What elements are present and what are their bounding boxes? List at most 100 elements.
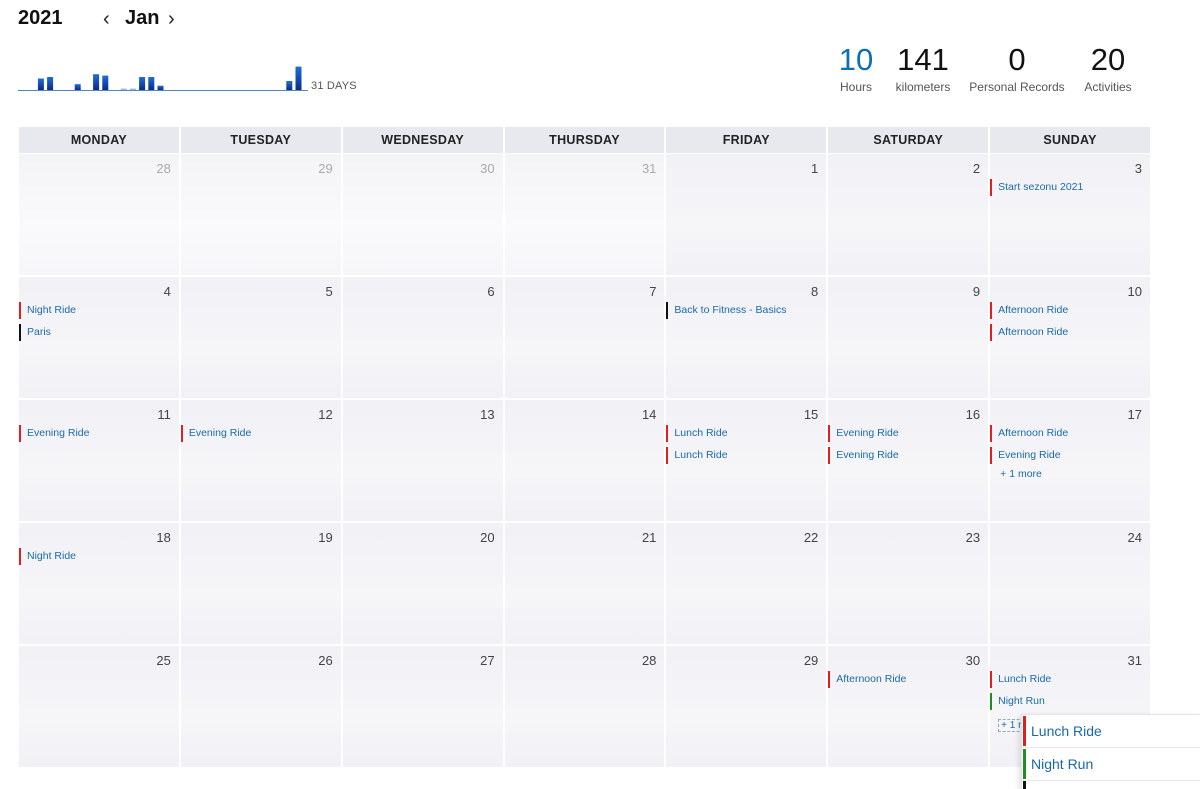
calendar-day-cell[interactable]: 13 [342, 400, 503, 521]
activity-label: Afternoon Ride [836, 673, 907, 685]
day-number: 21 [641, 530, 657, 545]
year-title: 2021 [18, 7, 63, 29]
calendar-day-cell[interactable]: 22 [666, 523, 827, 644]
calendar-day-cell[interactable]: 17 Afternoon Ride Evening Ride + 1 more [990, 400, 1150, 521]
calendar-day-cell[interactable]: 18 Night Ride [19, 523, 179, 644]
activity-link[interactable]: Afternoon Ride [990, 324, 1150, 341]
day-number: 31 [1127, 653, 1142, 668]
calendar-day-cell[interactable]: 20 [342, 523, 503, 644]
calendar-day-cell[interactable]: 28 [19, 154, 179, 275]
calendar-day-cell[interactable]: 12 Evening Ride [180, 400, 341, 521]
calendar-day-cell[interactable]: 9 [828, 277, 989, 398]
activity-type-marker [666, 447, 669, 464]
activity-link[interactable]: Afternoon Ride [828, 671, 988, 688]
activity-type-marker [19, 425, 21, 442]
activity-link[interactable]: Evening Ride [180, 425, 341, 442]
activity-link[interactable]: Evening Ride [990, 447, 1150, 464]
calendar-day-cell[interactable]: 21 [504, 523, 665, 644]
day-number: 2 [972, 161, 981, 176]
calendar-day-cell[interactable]: 7 [504, 277, 665, 398]
more-activities-link[interactable]: + 1 more [990, 468, 1150, 480]
activity-link[interactable]: Start sezonu 2021 [990, 179, 1150, 196]
activity-link[interactable]: Lunch Ride [666, 447, 826, 464]
day-number: 30 [480, 161, 495, 176]
activity-link[interactable]: Evening Ride [828, 447, 988, 464]
sparkline-day-bar [47, 77, 54, 90]
calendar-day-cell[interactable]: 27 [342, 646, 503, 767]
calendar-day-cell[interactable]: 30 Afternoon Ride [828, 646, 989, 767]
weekday-wednesday: WEDNESDAY [342, 127, 503, 153]
day-number: 3 [1134, 161, 1142, 176]
activity-type-marker [1023, 716, 1026, 746]
calendar-day-cell[interactable]: 29 [180, 154, 341, 275]
popup-activity-item[interactable]: Lunch Ride [1022, 715, 1200, 748]
calendar-day-cell[interactable]: 16 Evening Ride Evening Ride [828, 400, 989, 521]
sparkline-day-bar [93, 74, 100, 90]
calendar-day-cell[interactable]: 1 [666, 154, 827, 275]
chevron-right-icon[interactable]: › [168, 8, 175, 30]
activity-link[interactable]: Lunch Ride [990, 671, 1150, 688]
sparkline-day-bar [295, 66, 302, 90]
calendar-day-cell[interactable]: 29 [666, 646, 827, 767]
day-number: 23 [965, 530, 981, 545]
activity-type-marker [990, 425, 993, 442]
activity-label: Lunch Ride [674, 449, 728, 461]
activity-link[interactable]: Evening Ride [828, 425, 988, 442]
day-number: 24 [1127, 530, 1142, 545]
activity-type-marker [828, 447, 831, 464]
activity-label: Evening Ride [836, 449, 899, 461]
day-activities: Back to Fitness - Basics [666, 302, 826, 324]
calendar-day-cell[interactable]: 5 [180, 277, 341, 398]
weekday-saturday: SATURDAY [828, 127, 989, 153]
activity-type-marker [828, 425, 831, 442]
calendar-day-cell[interactable]: 15 Lunch Ride Lunch Ride [666, 400, 827, 521]
activity-type-marker [990, 671, 993, 688]
day-number: 25 [156, 653, 171, 668]
sparkline-day-bar [157, 85, 164, 90]
calendar-day-cell[interactable]: 31 [504, 154, 665, 275]
stat-kilometers: 141 kilometers [890, 42, 956, 94]
activity-link[interactable]: Back to Fitness - Basics [666, 302, 826, 319]
popup-activity-item[interactable]: Night Run [1022, 748, 1200, 781]
calendar-day-cell[interactable]: 11 Evening Ride [19, 400, 179, 521]
activity-link[interactable]: Night Run [990, 693, 1150, 710]
activity-type-marker [990, 324, 993, 341]
day-number: 5 [325, 284, 333, 299]
stat-activities-value: 20 [1090, 42, 1126, 77]
calendar-day-cell[interactable]: 19 [180, 523, 341, 644]
calendar-day-cell[interactable]: 2 [828, 154, 989, 275]
calendar-day-cell[interactable]: 30 [342, 154, 503, 275]
activity-link[interactable]: Afternoon Ride [990, 425, 1150, 442]
activity-type-marker [990, 693, 993, 710]
calendar-day-cell[interactable]: 14 [504, 400, 665, 521]
activity-link[interactable]: Paris [19, 324, 179, 341]
activity-link[interactable]: Lunch Ride [666, 425, 826, 442]
day-number: 20 [480, 530, 495, 545]
activity-link[interactable]: Evening Ride [19, 425, 179, 442]
activity-link[interactable]: Night Ride [19, 548, 179, 565]
calendar-day-cell[interactable]: 8 Back to Fitness - Basics [666, 277, 827, 398]
stat-hours-value: 10 [838, 42, 874, 77]
calendar-day-cell[interactable]: 3 Start sezonu 2021 [990, 154, 1150, 275]
calendar-day-cell[interactable]: 25 [19, 646, 179, 767]
calendar-day-cell[interactable]: 24 [990, 523, 1150, 644]
day-activities: Night Ride [19, 548, 179, 570]
day-number: 29 [318, 161, 333, 176]
activity-type-marker [990, 302, 993, 319]
month-title: Jan [125, 7, 160, 29]
activity-label: Evening Ride [27, 427, 90, 439]
calendar-day-cell[interactable]: 6 [342, 277, 503, 398]
activity-sparkline [18, 66, 308, 91]
calendar-day-cell[interactable]: 10 Afternoon Ride Afternoon Ride [990, 277, 1150, 398]
calendar-day-cell[interactable]: 28 [504, 646, 665, 767]
calendar-day-cell[interactable]: 4 Night Ride Paris [19, 277, 179, 398]
activity-link[interactable]: Afternoon Ride [990, 302, 1150, 319]
activity-label: Evening Ride [836, 427, 899, 439]
day-number: 19 [318, 530, 333, 545]
calendar-day-cell[interactable]: 26 [180, 646, 341, 767]
activity-link[interactable]: Night Ride [19, 302, 179, 319]
day-number: 12 [318, 407, 333, 422]
calendar-day-cell[interactable]: 23 [828, 523, 989, 644]
sparkline-day-bar [139, 77, 146, 90]
chevron-left-icon[interactable]: ‹ [103, 8, 110, 30]
